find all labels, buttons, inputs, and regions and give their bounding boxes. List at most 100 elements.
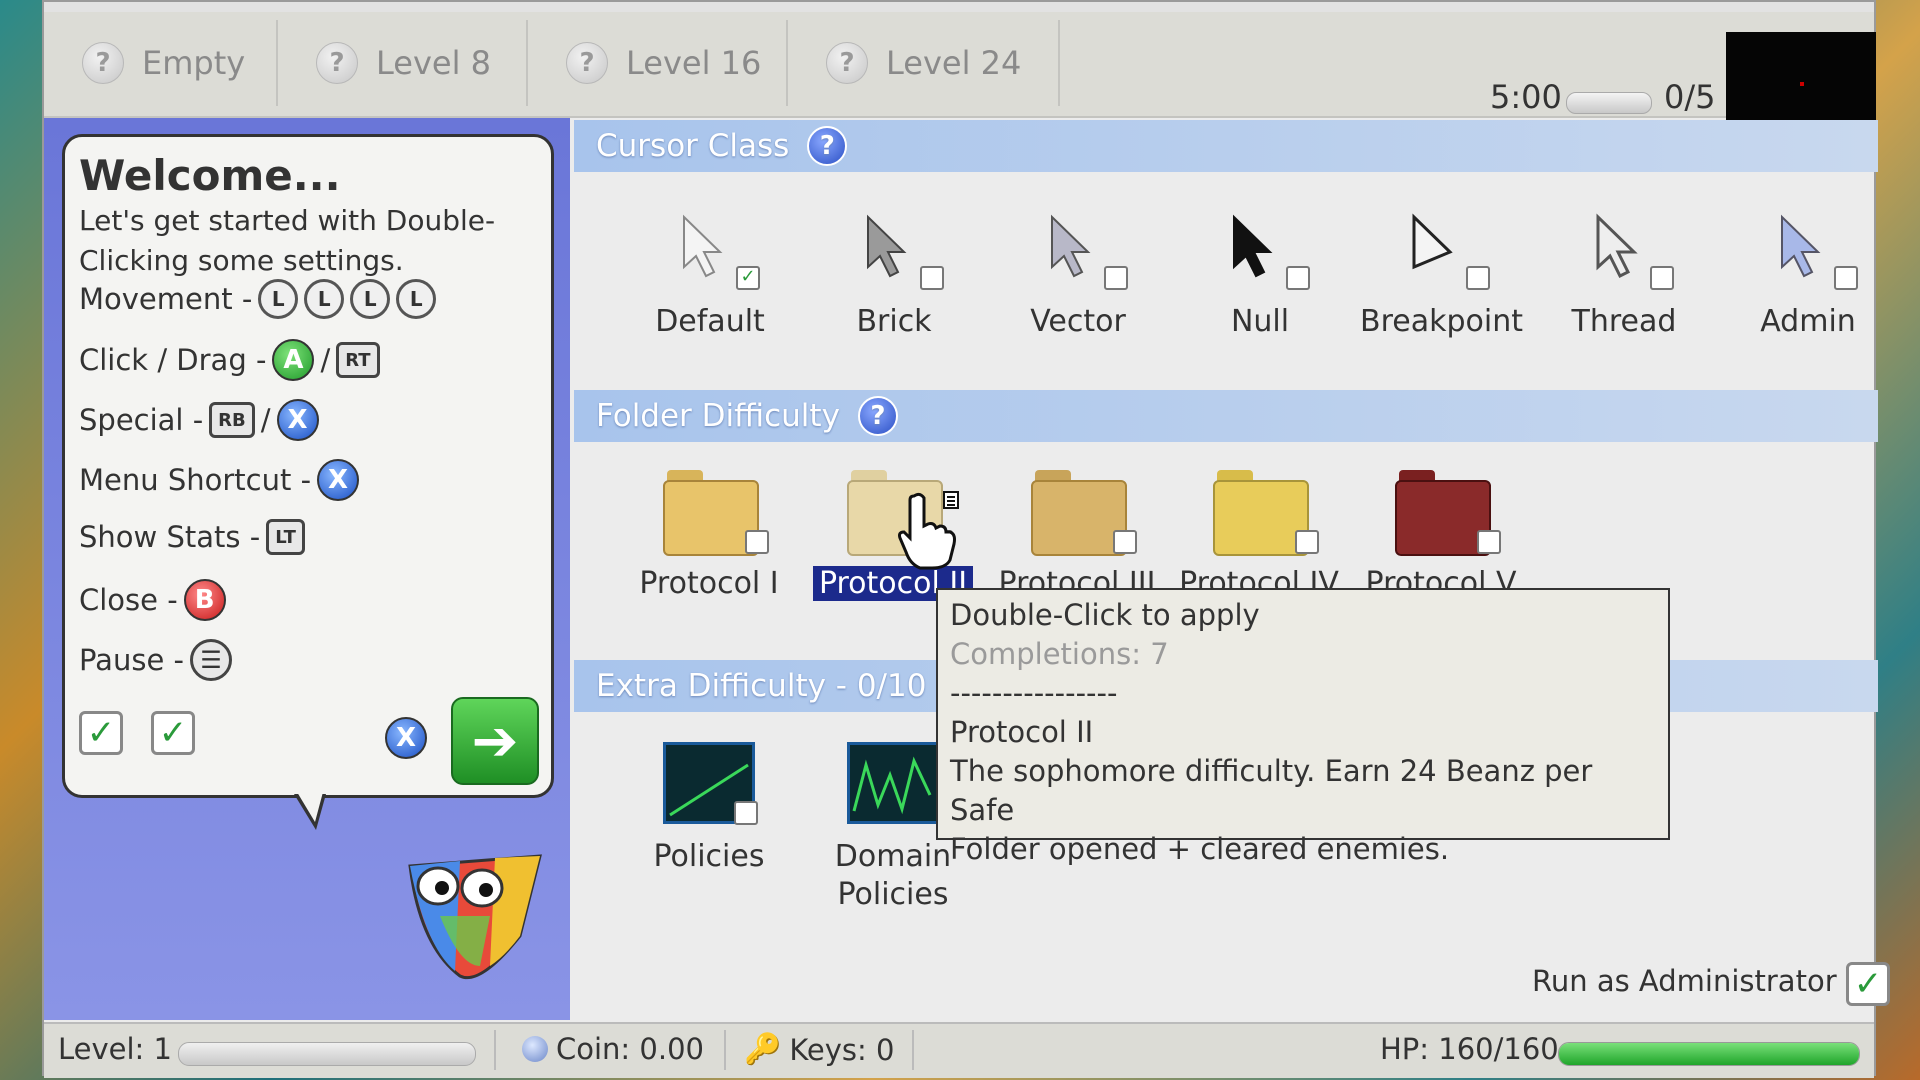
- timer: 5:00: [1490, 78, 1562, 116]
- cursor-arrow-icon: [1728, 212, 1888, 292]
- cursor-option-brick[interactable]: Brick: [814, 212, 974, 339]
- x-button-icon: X: [385, 717, 427, 759]
- cursor-checkbox: [1650, 266, 1674, 290]
- cursor-checkbox: [1834, 266, 1858, 290]
- cursor-checkbox: [1466, 266, 1490, 290]
- extra-checkbox: [734, 801, 758, 825]
- folder-option-protocol-3[interactable]: Protocol III: [992, 470, 1162, 601]
- cursor-checkbox: [920, 266, 944, 290]
- tab-label: Level 24: [886, 44, 1022, 82]
- cursor-label: Breakpoint: [1360, 304, 1523, 339]
- run-as-admin-checkbox[interactable]: ✓: [1846, 962, 1890, 1006]
- folder-option-protocol-1[interactable]: Protocol I: [624, 470, 794, 601]
- question-icon: ?: [566, 42, 608, 84]
- timer-bar: [1566, 92, 1652, 114]
- tooltip: Double-Click to apply Completions: 7 ---…: [936, 588, 1670, 866]
- cursor-class-header: Cursor Class ?: [574, 120, 1878, 172]
- cursor-label: Vector: [1030, 304, 1126, 339]
- left-stick-icon: L: [350, 279, 391, 319]
- mascot-character: [408, 854, 542, 980]
- folder-icon: [1031, 470, 1137, 556]
- lt-button-icon: LT: [266, 519, 305, 555]
- control-label: Pause -: [79, 643, 184, 677]
- control-menu-shortcut: Menu Shortcut - X: [79, 459, 360, 501]
- quota-counter: 0/5: [1664, 78, 1716, 116]
- cursor-checkbox: ✓: [736, 266, 760, 290]
- folder-checkbox: [1477, 530, 1501, 554]
- cursor-label: Admin: [1760, 304, 1856, 339]
- coin-icon: [522, 1036, 548, 1062]
- divider: [494, 1030, 496, 1070]
- tooltip-action: Double-Click to apply: [950, 598, 1260, 632]
- tab-level-24[interactable]: ? Level 24: [788, 20, 1060, 106]
- x-button-icon: X: [276, 399, 319, 441]
- b-button-icon: B: [183, 579, 226, 621]
- cursor-arrow-icon: [1360, 212, 1520, 292]
- control-click-drag: Click / Drag - A / RT: [79, 339, 380, 381]
- minimap: [1726, 32, 1876, 128]
- tooltip-completions: Completions: 7: [950, 637, 1169, 671]
- monitor-chart-icon: [663, 742, 758, 825]
- monitor-chart-icon: [847, 742, 939, 824]
- folder-option-protocol-4[interactable]: Protocol IV: [1174, 470, 1344, 601]
- tutorial-checkbox-1[interactable]: ✓: [79, 711, 123, 755]
- control-special: Special - RB / X: [79, 399, 319, 441]
- hp-bar: [1558, 1042, 1860, 1066]
- cursor-option-thread[interactable]: Thread: [1544, 212, 1704, 339]
- help-icon[interactable]: ?: [857, 396, 898, 436]
- next-arrow-button[interactable]: ➔: [451, 697, 539, 785]
- cursor-label: Thread: [1571, 304, 1677, 339]
- tab-empty[interactable]: ? Empty: [44, 20, 278, 106]
- separator: /: [260, 403, 271, 437]
- tab-level-16[interactable]: ? Level 16: [528, 20, 788, 106]
- tutorial-checkbox-2[interactable]: ✓: [151, 711, 195, 755]
- separator: /: [320, 343, 331, 377]
- cursor-option-null[interactable]: Null: [1180, 212, 1340, 339]
- cursor-option-breakpoint[interactable]: Breakpoint: [1360, 212, 1523, 339]
- menu-bar: [44, 2, 1874, 12]
- x-button-icon: X: [317, 459, 360, 501]
- tab-label: Level 16: [626, 44, 762, 82]
- section-title: Folder Difficulty: [596, 398, 840, 434]
- hp-status: HP: 160/160: [1380, 1032, 1559, 1066]
- cursor-option-default[interactable]: ✓ Default: [630, 212, 790, 339]
- folder-checkbox: [1113, 530, 1137, 554]
- section-title: Extra Difficulty - 0/10: [596, 668, 927, 704]
- cursor-arrow-icon: [814, 212, 974, 292]
- rt-button-icon: RT: [336, 342, 380, 378]
- cursor-checkbox: [1104, 266, 1128, 290]
- keys-status: 🔑 Keys: 0: [744, 1032, 894, 1067]
- tab-label: Empty: [142, 44, 246, 82]
- folder-option-protocol-5[interactable]: Protocol V: [1356, 470, 1526, 601]
- control-label: Menu Shortcut -: [79, 463, 312, 497]
- level-text: Level: 1: [58, 1032, 172, 1066]
- folder-checkbox: [1295, 530, 1319, 554]
- game-window: ? Empty ? Level 8 ? Level 16 ? Level 24 …: [42, 0, 1890, 1078]
- tutorial-panel: Welcome... Let's get started with Double…: [44, 118, 570, 1020]
- control-close: Close - B: [79, 579, 226, 621]
- welcome-bubble: Welcome... Let's get started with Double…: [62, 134, 554, 798]
- bubble-tail-fill: [297, 792, 323, 822]
- left-stick-icon: L: [304, 279, 345, 319]
- cursor-arrow-icon: [1544, 212, 1704, 292]
- divider: [912, 1030, 914, 1070]
- welcome-intro: Let's get started with Double-Clicking s…: [79, 204, 496, 277]
- extra-label: Policies: [653, 839, 765, 874]
- cursor-option-vector[interactable]: Vector: [998, 212, 1158, 339]
- left-stick-icon: L: [396, 279, 437, 319]
- cursor-option-admin[interactable]: Admin: [1728, 212, 1888, 339]
- folder-icon: [663, 470, 769, 556]
- folder-icon: [1395, 470, 1501, 556]
- control-label: Show Stats -: [79, 520, 261, 554]
- section-title: Cursor Class: [596, 128, 790, 164]
- help-icon[interactable]: ?: [807, 126, 848, 166]
- divider: [724, 1030, 726, 1070]
- hp-bar-fill: [1559, 1043, 1859, 1065]
- tooltip-description-cont: Folder opened + cleared enemies.: [950, 832, 1450, 866]
- extra-option-policies[interactable]: Policies: [624, 742, 794, 876]
- status-bar: Level: 1 Coin: 0.00 🔑 Keys: 0 HP: 160/16…: [44, 1022, 1874, 1078]
- tab-level-8[interactable]: ? Level 8: [278, 20, 528, 106]
- control-label: Special -: [79, 403, 204, 437]
- level-status: Level: 1: [58, 1032, 172, 1066]
- cursor-arrow-icon: [1180, 212, 1340, 292]
